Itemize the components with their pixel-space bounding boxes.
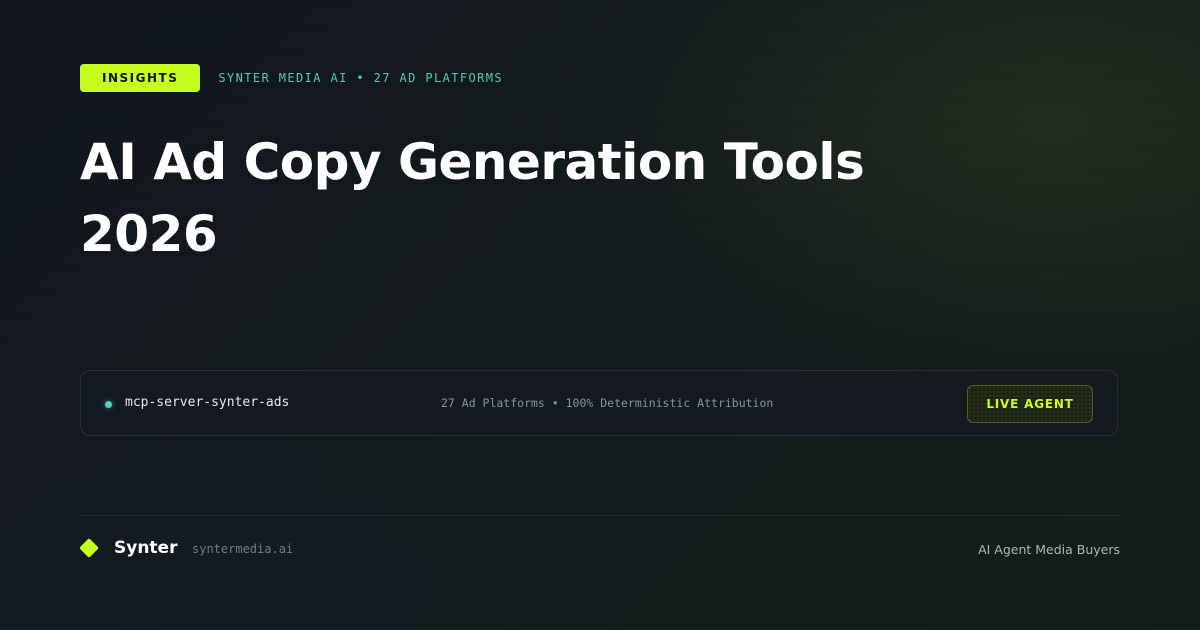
server-name: mcp-server-synter-ads <box>125 395 290 410</box>
live-agent-button[interactable]: LIVE AGENT <box>967 385 1093 423</box>
platform-stats: 27 Ad Platforms • 100% Deterministic Att… <box>441 396 774 410</box>
header-meta: SYNTER MEDIA AI • 27 AD PLATFORMS <box>218 71 503 85</box>
title-line-2: 2026 <box>80 205 218 263</box>
diamond-logo-icon <box>79 538 99 558</box>
footer-divider <box>80 515 1120 516</box>
title-line-1: AI Ad Copy Generation Tools <box>80 133 865 191</box>
footer-tagline: AI Agent Media Buyers <box>978 542 1120 557</box>
brand-name[interactable]: Synter <box>114 538 177 558</box>
agent-status-bar: mcp-server-synter-ads 27 Ad Platforms • … <box>80 370 1118 436</box>
status-dot-icon <box>105 401 112 408</box>
page-title: AI Ad Copy Generation Tools 2026 <box>80 126 980 270</box>
brand-url[interactable]: syntermedia.ai <box>192 542 293 556</box>
category-badge[interactable]: INSIGHTS <box>80 64 201 92</box>
background-texture <box>0 0 1200 630</box>
header-row: INSIGHTS SYNTER MEDIA AI • 27 AD PLATFOR… <box>80 64 503 92</box>
